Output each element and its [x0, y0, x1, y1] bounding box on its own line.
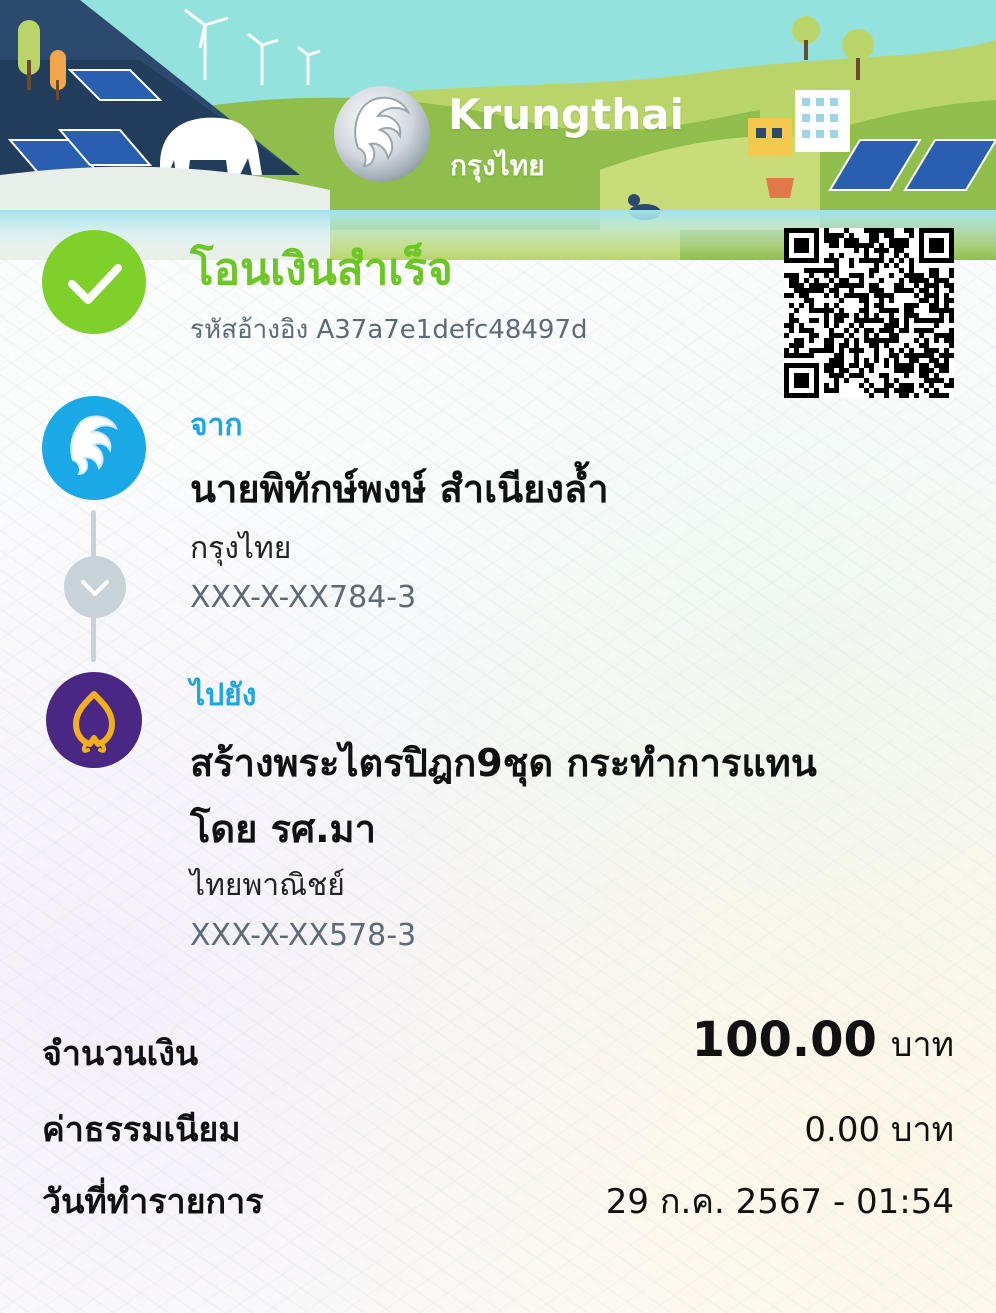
recipient-account: XXX-X-XX578-3 [190, 918, 417, 953]
brand-name-en: Krungthai [448, 90, 684, 139]
amount-unit: บาท [890, 1025, 954, 1065]
from-label: จาก [190, 408, 243, 443]
scb-leaf-icon [73, 691, 115, 753]
connector-line-top [91, 510, 96, 558]
krungthai-banner: Krungthai กรุงไทย [0, 0, 996, 260]
transaction-date-label: วันที่ทำรายการ [42, 1182, 264, 1222]
recipient-bank: ไทยพาณิชย์ [190, 868, 345, 903]
connector-line-bottom [91, 616, 96, 662]
fee-label: ค่าธรรมเนียม [42, 1110, 241, 1150]
success-check-icon [42, 230, 146, 334]
krungthai-garuda-logo-icon [334, 86, 430, 182]
transaction-date-value: 29 ก.ค. 2567 - 01:54 [605, 1182, 954, 1222]
transfer-success-title: โอนเงินสำเร็จ [190, 244, 453, 295]
amount-value-group: 100.00 บาท [692, 1012, 954, 1071]
amount-label: จำนวนเงิน [42, 1034, 199, 1074]
fee-value: 0.00 บาท [804, 1110, 954, 1150]
amount-value: 100.00 [691, 1012, 877, 1068]
reference-code: รหัสอ้างอิง A37a7e1defc48497d [190, 315, 588, 345]
brand-name-th: กรุงไทย [450, 149, 545, 182]
sender-account: XXX-X-XX784-3 [190, 580, 417, 615]
krungthai-logo: Krungthai กรุงไทย [330, 82, 684, 192]
recipient-name-line1: สร้างพระไตรปิฎก9ชุด กระทำการแทน [190, 741, 817, 785]
expand-details-button[interactable] [64, 556, 126, 618]
scb-bank-avatar [46, 672, 142, 768]
krungthai-garuda-icon [70, 415, 118, 476]
verification-qr-code[interactable] [784, 228, 954, 398]
to-label: ไปยัง [190, 678, 257, 713]
krungthai-bank-avatar [42, 396, 146, 500]
sender-bank: กรุงไทย [190, 531, 292, 566]
recipient-name-line2: โดย รศ.มา [190, 807, 376, 851]
sender-name: นายพิทักษ์พงษ์ สำเนียงล้ำ [190, 467, 609, 511]
chevron-down-icon [81, 580, 109, 596]
